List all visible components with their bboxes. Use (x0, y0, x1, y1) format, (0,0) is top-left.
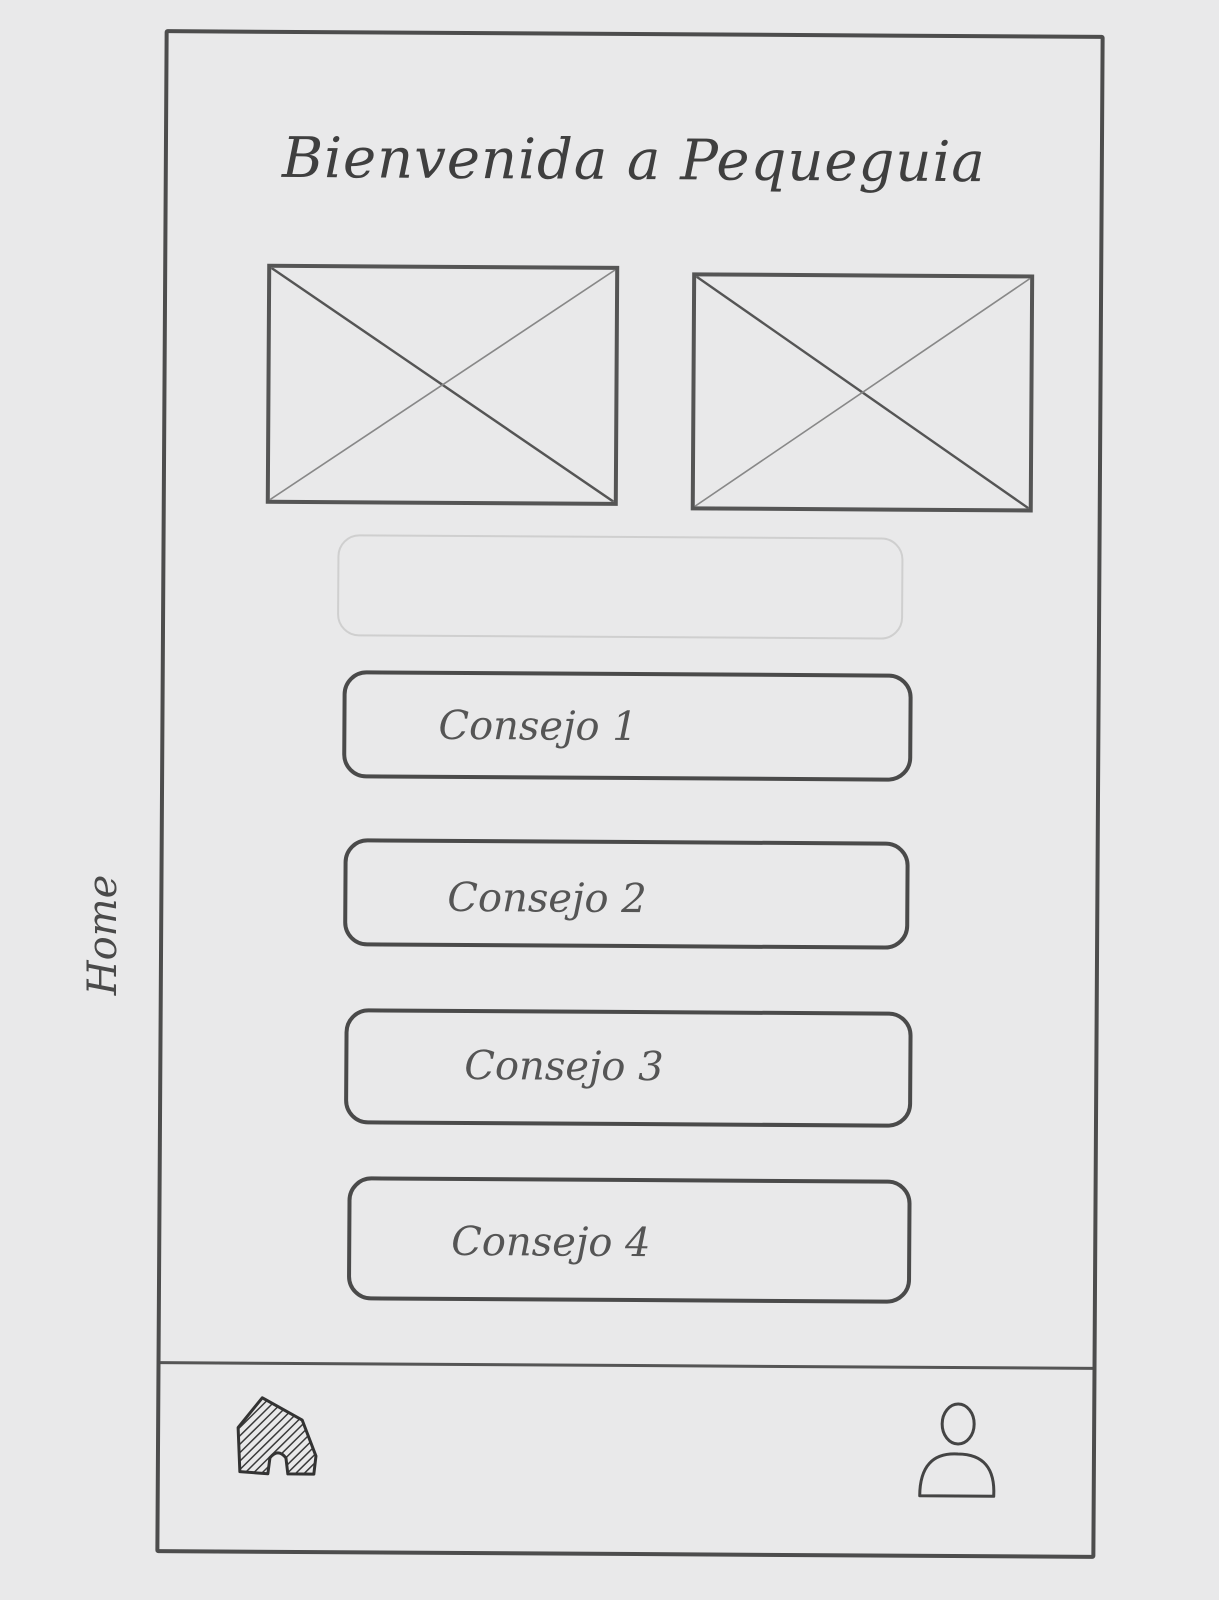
tip-button-4[interactable]: Consejo 4 (346, 1176, 912, 1304)
tip-label: Consejo 1 (438, 702, 638, 751)
bottom-nav-divider (160, 1361, 1093, 1370)
image-placeholder-right (690, 272, 1035, 513)
home-icon (236, 1396, 318, 1476)
image-placeholder-icon (694, 276, 1031, 509)
nav-profile-button[interactable] (912, 1396, 1003, 1507)
page-title: Bienvenida a Pequeguia (281, 125, 986, 196)
image-placeholder-icon (269, 267, 616, 502)
tip-button-2[interactable]: Consejo 2 (343, 838, 910, 950)
tip-label: Consejo 2 (447, 874, 647, 923)
image-placeholder-left (265, 263, 620, 506)
user-icon (918, 1402, 996, 1498)
phone-frame: Bienvenida a Pequeguia Consejo 1 Consejo… (155, 29, 1105, 1559)
tip-button-1[interactable]: Consejo 1 (342, 670, 913, 782)
tip-label: Consejo 4 (451, 1218, 651, 1267)
erased-box (336, 534, 904, 640)
tip-label: Consejo 3 (464, 1042, 664, 1091)
sketch-paper: Home Bienvenida a Pequeguia Consejo 1 Co… (0, 0, 1219, 1600)
screen-label: Home (80, 874, 126, 996)
tip-button-3[interactable]: Consejo 3 (343, 1008, 913, 1128)
nav-home-button[interactable] (232, 1392, 323, 1483)
